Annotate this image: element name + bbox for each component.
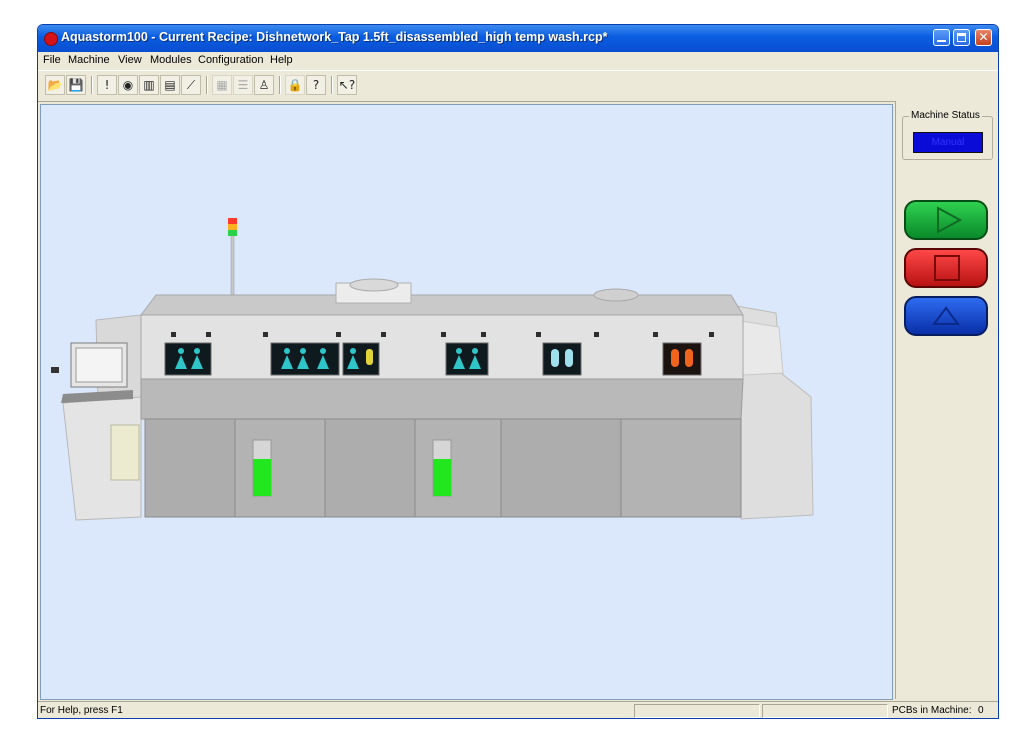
load-station[interactable]	[51, 314, 142, 521]
machine-view[interactable]	[40, 104, 893, 700]
play-icon	[937, 206, 963, 234]
machine-diagram	[51, 218, 814, 521]
main-window: Aquastorm100 - Current Recipe: Dishnetwo…	[37, 24, 999, 719]
menu-modules[interactable]: Modules	[150, 54, 192, 66]
machine-status-label: Machine Status	[909, 110, 982, 121]
pcbs-in-machine-value: 0	[978, 705, 984, 716]
whats-this-icon[interactable]: ↖?	[337, 75, 357, 95]
info-icon[interactable]: !	[97, 75, 117, 95]
menu-configuration[interactable]: Configuration	[198, 54, 263, 66]
menu-bar: File Machine View Modules Configuration …	[38, 52, 998, 70]
person-icon[interactable]: ♙	[254, 75, 274, 95]
module-panel-band	[140, 314, 744, 380]
menu-machine[interactable]: Machine	[68, 54, 110, 66]
menu-file[interactable]: File	[43, 54, 61, 66]
menu-view[interactable]: View	[118, 54, 142, 66]
window-title: Aquastorm100 - Current Recipe: Dishnetwo…	[61, 30, 608, 44]
status-pane	[762, 704, 888, 718]
graph-icon[interactable]: ⟋	[181, 75, 201, 95]
maximize-button[interactable]	[953, 29, 970, 46]
status-pane	[634, 704, 760, 718]
machine-top	[140, 294, 744, 316]
right-control-panel: Machine Status Manual	[895, 101, 998, 699]
status-bar: For Help, press F1 PCBs in Machine: 0	[38, 701, 998, 718]
minimize-icon	[937, 40, 946, 42]
open-icon[interactable]: 📂	[45, 75, 65, 95]
list-disabled-icon[interactable]: ☰	[233, 75, 253, 95]
start-button[interactable]	[904, 200, 988, 240]
toolbar-separator	[279, 76, 281, 94]
machine-ledge	[140, 378, 744, 420]
layout-icon[interactable]: ▥	[139, 75, 159, 95]
pcbs-in-machine-label: PCBs in Machine:	[892, 705, 972, 716]
close-icon: ✕	[978, 30, 989, 44]
close-button[interactable]: ✕	[975, 29, 992, 46]
app-icon[interactable]	[44, 32, 58, 46]
save-icon[interactable]: 💾	[66, 75, 86, 95]
control-monitor[interactable]	[75, 347, 123, 383]
panel-disabled-icon[interactable]: ▦	[212, 75, 232, 95]
status-help-text: For Help, press F1	[40, 705, 123, 716]
toolbar-separator	[331, 76, 333, 94]
title-bar[interactable]: Aquastorm100 - Current Recipe: Dishnetwo…	[38, 25, 998, 52]
calculator-icon[interactable]: ▤	[160, 75, 180, 95]
minimize-button[interactable]	[933, 29, 950, 46]
triangle-up-icon	[932, 306, 960, 325]
help-icon[interactable]: ?	[306, 75, 326, 95]
stop-button[interactable]	[904, 248, 988, 288]
toolbar-separator	[206, 76, 208, 94]
light-tower	[228, 218, 237, 300]
toolbar-separator	[91, 76, 93, 94]
toolbar: 📂 💾 ! ◉ ▥ ▤ ⟋ ▦ ☰ ♙ 🔒 ? ↖?	[38, 70, 998, 102]
machine-status-value: Manual	[913, 132, 983, 153]
eject-button[interactable]	[904, 296, 988, 336]
lock-icon[interactable]: 🔒	[285, 75, 305, 95]
globe-icon[interactable]: ◉	[118, 75, 138, 95]
menu-help[interactable]: Help	[270, 54, 293, 66]
maximize-icon	[957, 33, 966, 42]
stop-icon	[934, 255, 960, 281]
